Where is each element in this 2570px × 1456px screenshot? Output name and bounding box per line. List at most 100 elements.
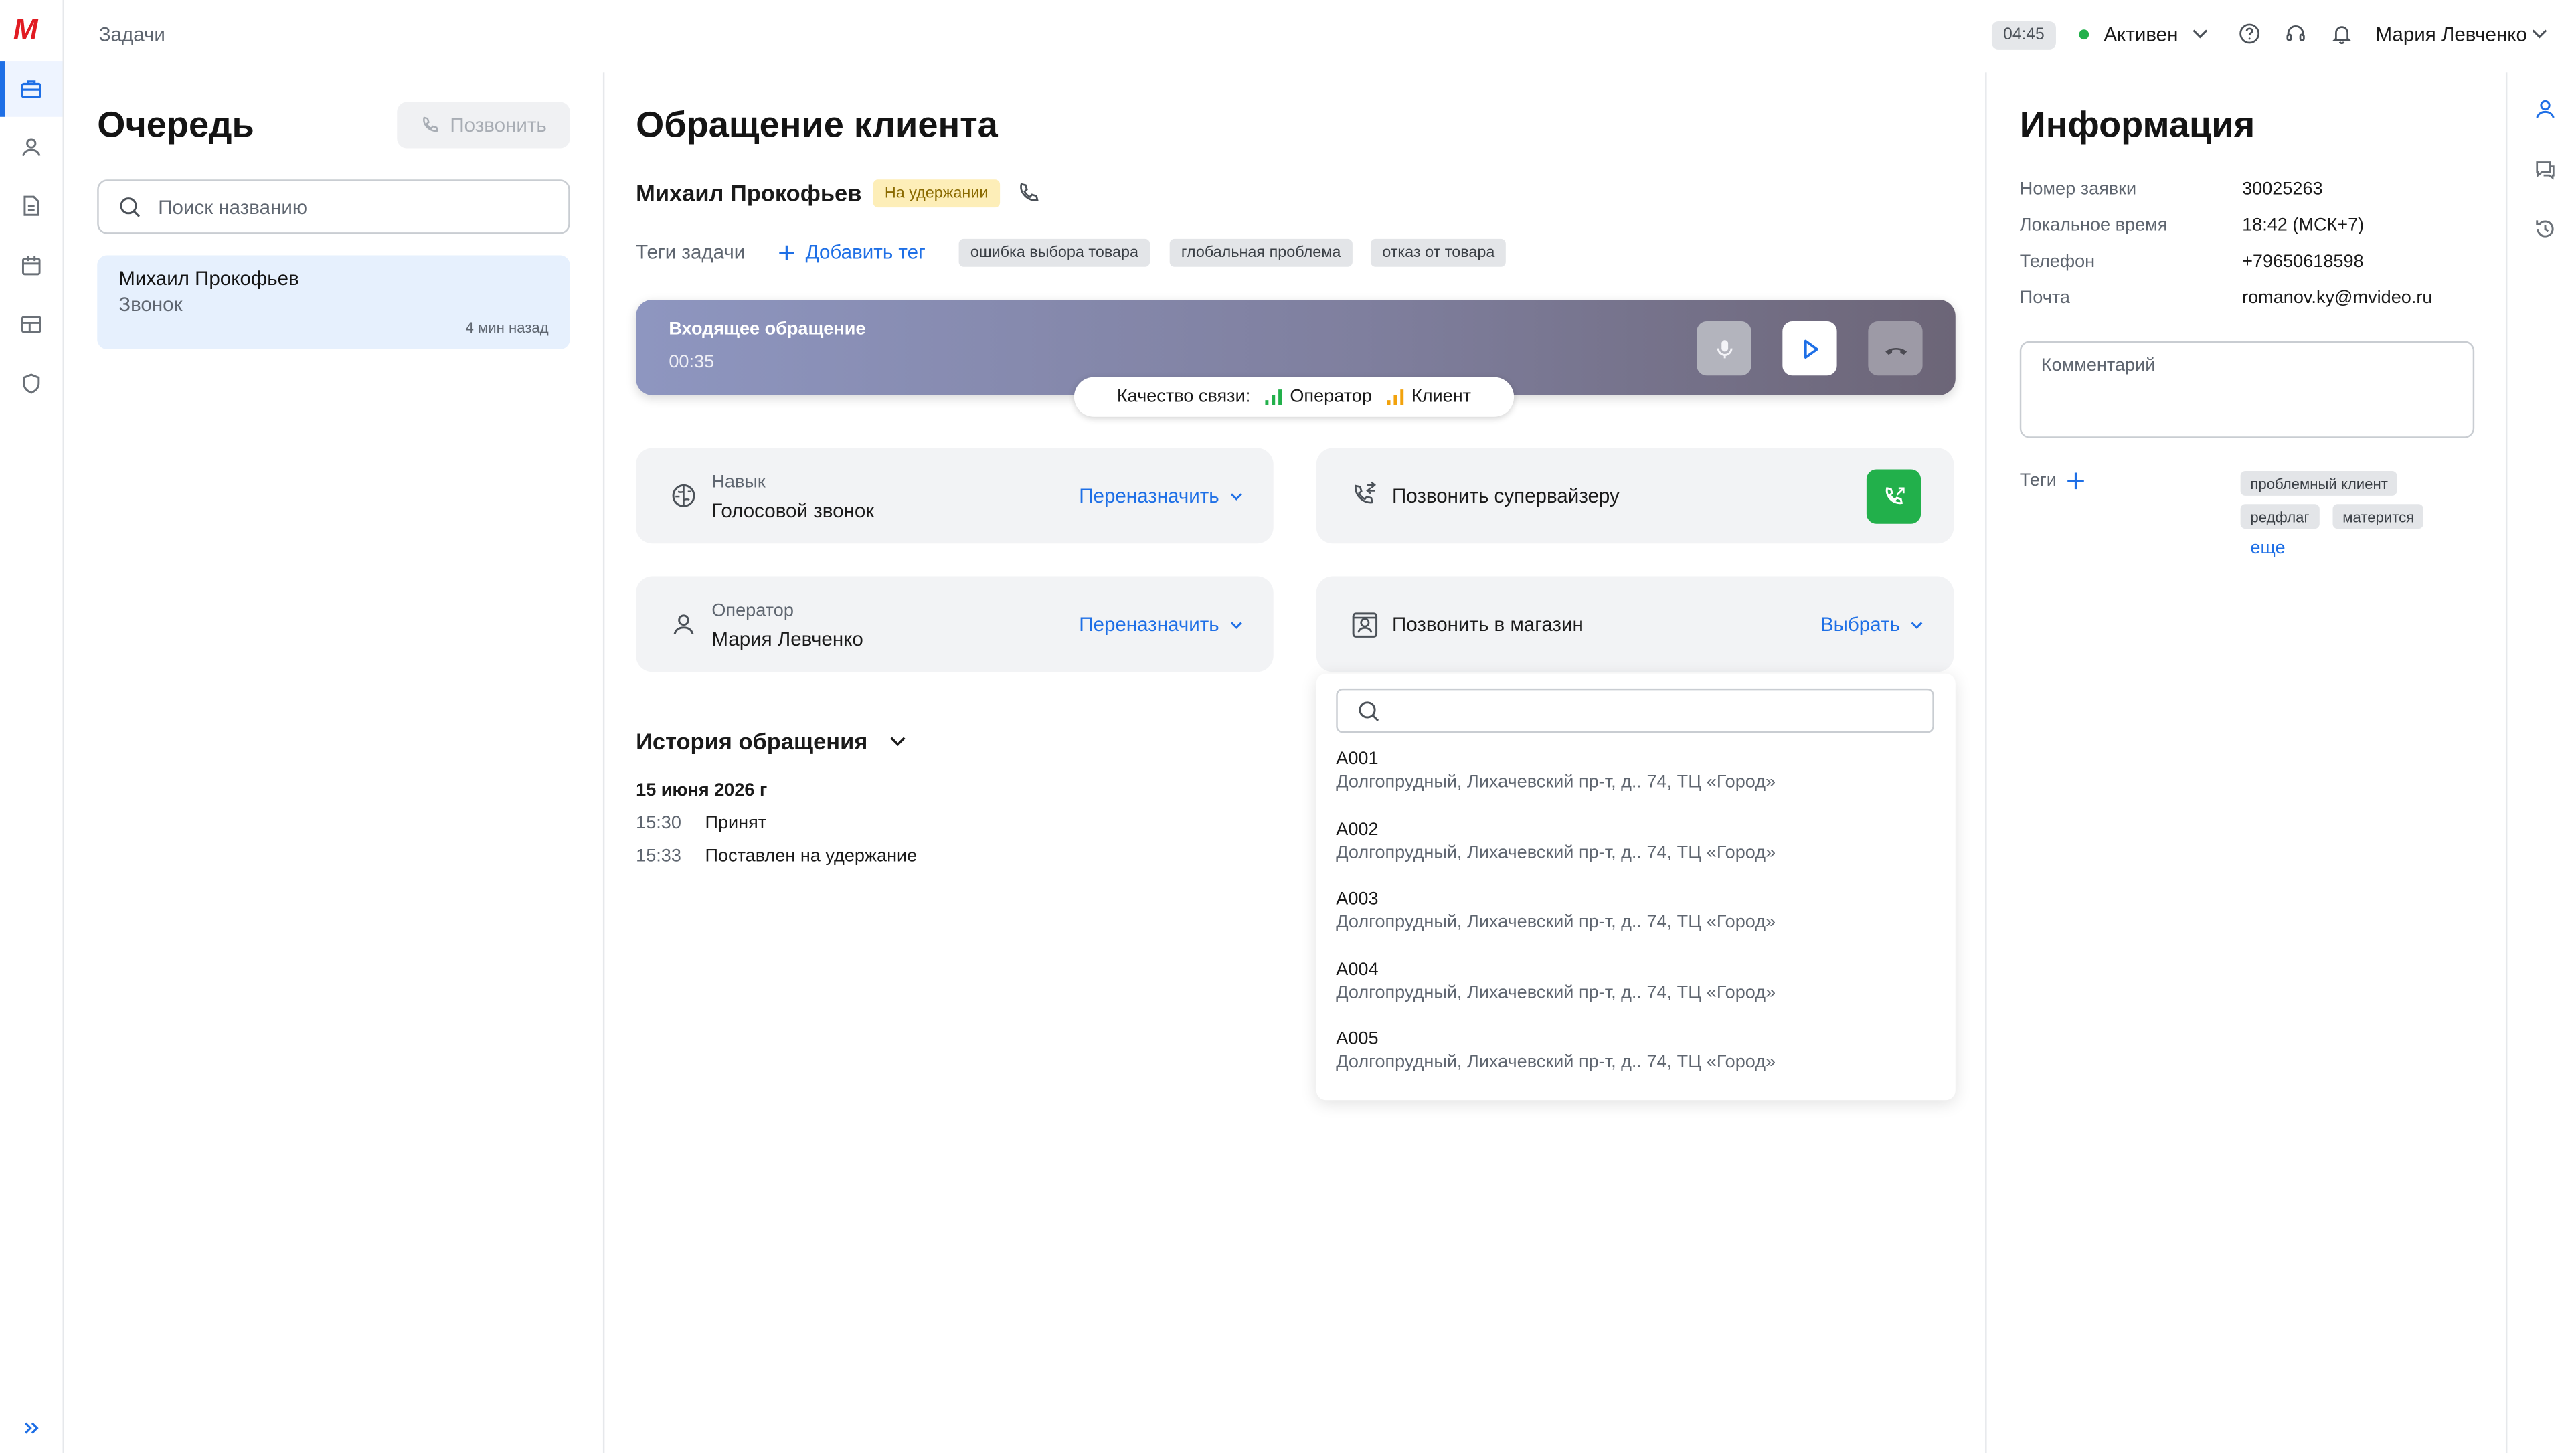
double-chevron-right-icon[interactable] [0, 1400, 63, 1456]
tag-chip[interactable]: ошибка выбора товара [958, 238, 1150, 267]
store-option[interactable]: A005 Долгопрудный, Лихачевский пр-т, д..… [1336, 1029, 1929, 1073]
status-badge: На удержании [873, 179, 1000, 208]
operator-reassign-label: Переназначить [1079, 612, 1219, 636]
play-icon [1803, 339, 1818, 358]
bell-icon[interactable] [2331, 23, 2352, 45]
store-address: Долгопрудный, Лихачевский пр-т, д.. 74, … [1336, 912, 1776, 933]
plus-icon [779, 244, 794, 260]
chevron-down-icon [889, 737, 905, 747]
client-name: Михаил Прокофьев [636, 179, 862, 206]
store-search[interactable] [1336, 688, 1934, 733]
hangup-icon [1884, 347, 1906, 354]
store-code: A004 [1336, 960, 1379, 980]
skill-label: Навык [711, 472, 766, 492]
phone-icon[interactable] [1017, 181, 1041, 206]
info-tag-chip[interactable]: редфлаг [2240, 504, 2320, 529]
user-menu[interactable]: Мария Левченко [2375, 23, 2526, 46]
add-tag-button[interactable]: Добавить тег [778, 240, 926, 264]
store-address: Долгопрудный, Лихачевский пр-т, д.. 74, … [1336, 843, 1776, 863]
store-code: A005 [1336, 1029, 1379, 1049]
info-tag-chip[interactable]: матерится [2332, 504, 2424, 529]
search-icon [1359, 701, 1379, 721]
mute-button[interactable] [1697, 321, 1751, 376]
user-icon[interactable] [0, 118, 63, 175]
shield-icon[interactable] [0, 356, 63, 412]
phone-icon [423, 116, 439, 132]
queue-item[interactable]: Михаил Прокофьев Звонок 4 мин назад [97, 255, 570, 349]
skill-value: Голосовой звонок [711, 498, 875, 523]
tag-chip[interactable]: глобальная проблема [1169, 238, 1353, 267]
briefcase-icon[interactable] [0, 61, 63, 117]
call-title: Входящее обращение [669, 319, 866, 340]
queue-item-type: Звонок [118, 293, 183, 316]
info-tags-label: Теги [2019, 470, 2057, 491]
info-title: Информация [2019, 104, 2255, 145]
status-selector[interactable]: Активен [2104, 23, 2178, 46]
info-value: 18:42 (МСК+7) [2242, 215, 2365, 236]
microphone-icon [1716, 339, 1732, 358]
history-event: Принят [705, 813, 767, 834]
skill-reassign-button[interactable]: Переназначить [1079, 484, 1244, 507]
history-date: 15 июня 2026 г [636, 780, 768, 801]
signal-operator-icon [1265, 389, 1282, 405]
more-tags-link[interactable]: еще [2250, 539, 2285, 559]
call-supervisor-button[interactable] [1866, 469, 1921, 524]
hangup-button[interactable] [1868, 321, 1923, 376]
chevron-down-icon[interactable] [2191, 25, 2209, 43]
divider [602, 72, 605, 1453]
store-option[interactable]: A001 Долгопрудный, Лихачевский пр-т, д..… [1336, 749, 1929, 794]
history-toggle[interactable]: История обращения [636, 728, 907, 754]
store-option[interactable]: A002 Долгопрудный, Лихачевский пр-т, д..… [1336, 820, 1929, 864]
store-option[interactable]: A004 Долгопрудный, Лихачевский пр-т, д..… [1336, 960, 1929, 1004]
queue-item-name: Михаил Прокофьев [118, 266, 299, 290]
history-time: 15:33 [636, 846, 681, 867]
queue-search[interactable] [97, 179, 570, 234]
profile-icon[interactable] [2522, 86, 2569, 132]
queue-search-input[interactable] [155, 193, 524, 220]
skill-card: Навык Голосовой звонок Переназначить [636, 448, 1274, 544]
chevron-down-icon [1911, 621, 1923, 628]
store-address: Долгопрудный, Лихачевский пр-т, д.. 74, … [1336, 983, 1776, 1004]
calendar-icon[interactable] [0, 237, 63, 293]
call-duration: 00:35 [669, 352, 715, 373]
info-value: 30025263 [2242, 179, 2323, 199]
skill-reassign-label: Переназначить [1079, 484, 1219, 508]
headset-icon[interactable] [2285, 23, 2306, 44]
comment-input[interactable] [2041, 355, 2454, 424]
queue-title: Очередь [97, 104, 254, 145]
info-value: romanov.ky@mvideo.ru [2242, 288, 2433, 308]
store-card: Позвонить в магазин Выбрать [1316, 576, 1954, 672]
signal-client-icon [1387, 389, 1403, 405]
resume-button[interactable] [1782, 321, 1837, 376]
add-tag-label: Добавить тег [805, 240, 926, 264]
table-icon[interactable] [0, 296, 63, 353]
add-info-tag-button[interactable] [2066, 471, 2086, 491]
chat-icon[interactable] [2522, 147, 2569, 193]
document-icon[interactable] [0, 178, 63, 234]
phone-transfer-icon [1351, 481, 1379, 509]
store-select-label: Выбрать [1820, 612, 1900, 636]
store-icon [1351, 611, 1379, 639]
store-address: Долгопрудный, Лихачевский пр-т, д.. 74, … [1336, 1052, 1776, 1073]
help-icon[interactable] [2239, 23, 2260, 44]
section-title: Задачи [98, 23, 165, 46]
operator-reassign-button[interactable]: Переназначить [1079, 613, 1244, 636]
operator-value: Мария Левченко [711, 627, 863, 651]
store-dropdown: A001 Долгопрудный, Лихачевский пр-т, д..… [1316, 673, 1956, 1101]
info-tag-chip[interactable]: проблемный клиент [2240, 470, 2398, 496]
app-window: М Задачи 04:45 Активен Мария Левченко Оч… [0, 0, 2570, 1453]
quality-client: Клиент [1411, 387, 1472, 407]
divider [1985, 72, 1987, 1453]
history-icon[interactable] [2522, 206, 2569, 252]
queue-call-button[interactable]: Позвонить [397, 102, 570, 149]
tag-chip[interactable]: отказ от товара [1370, 238, 1507, 267]
queue-item-time: 4 мин назад [465, 319, 549, 337]
store-search-input[interactable] [1380, 697, 1915, 724]
store-select-button[interactable]: Выбрать [1820, 613, 1925, 636]
comment-field[interactable] [2019, 341, 2475, 438]
brain-icon [671, 482, 697, 509]
history-title: История обращения [636, 727, 868, 755]
user-chevron-icon[interactable] [2531, 25, 2549, 43]
status-dot [2079, 29, 2089, 40]
store-option[interactable]: A003 Долгопрудный, Лихачевский пр-т, д..… [1336, 889, 1929, 933]
